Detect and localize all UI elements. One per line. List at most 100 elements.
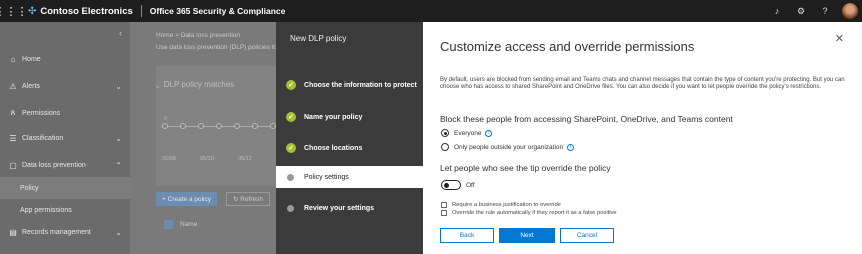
page-title: Customize access and override permission… [440,39,695,54]
refresh-button[interactable]: ↻ Refresh [226,192,271,206]
chart-point [162,123,168,129]
wizard-step-label: Review your settings [304,204,375,212]
back-button[interactable]: Back [440,228,494,243]
people-icon: ጰ [10,108,16,117]
nav-item-permissions[interactable]: ጰ Permissions [0,102,130,124]
chart-point [252,123,258,129]
gear-icon[interactable]: ⚙ [794,6,808,17]
checkmark-icon: ✓ [286,143,296,153]
chart-point [180,123,186,129]
radio-outside-org[interactable]: Only people outside your organization i [441,143,575,151]
wizard-title: New DLP policy [290,34,347,43]
wizard-step-label: Choose locations [304,144,363,152]
refresh-icon: ↻ [233,196,241,203]
radio-label: Only people outside your organization [454,143,564,151]
divider [140,5,142,17]
wizard-content-panel: ✕ Customize access and override permissi… [423,22,862,254]
nav-subitem-policy[interactable]: Policy [0,177,130,199]
wizard-step-review-settings[interactable]: Review your settings [276,197,423,219]
nav-item-label: Permissions [22,109,61,117]
wizard-step-label: Choose the information to protect [304,81,417,89]
toggle-switch[interactable] [441,180,461,190]
checkmark-icon: ✓ [286,80,296,90]
nav-subitem-label: Policy [20,184,39,192]
wizard-step-choose-information[interactable]: ✓ Choose the information to protect [276,74,423,96]
nav-item-home[interactable]: ⌂ Home [0,48,130,70]
column-header-name[interactable]: Name [180,221,197,228]
brand-name[interactable]: Contoso Electronics [40,6,132,17]
nav-item-alerts[interactable]: ⚠ Alerts ⌄ [0,75,130,97]
card-title-text: DLP policy matches [163,80,235,89]
checkbox-box[interactable] [441,210,447,216]
refresh-label: Refresh [240,195,264,203]
nav-subitem-app-permissions[interactable]: App permissions [0,199,130,221]
home-icon: ⌂ [10,54,16,64]
app-title[interactable]: Office 365 Security & Compliance [150,6,286,16]
nav-subitem-label: App permissions [20,206,72,214]
cancel-button[interactable]: Cancel [560,228,614,243]
nav-item-label: Alerts [22,82,40,90]
wizard-step-policy-settings[interactable]: Policy settings [276,166,423,188]
radio-unselected-icon [441,143,449,151]
select-all-checkbox[interactable] [164,220,173,229]
checkbox-box[interactable] [441,202,447,208]
checkbox-label: Override the rule automatically if they … [452,210,617,216]
nav-item-label: Records management [22,228,91,236]
checkbox-override-false-positive[interactable]: Override the rule automatically if they … [441,210,617,216]
app-launcher-icon[interactable]: ⋮⋮⋮ [0,0,28,22]
radio-everyone[interactable]: Everyone i [441,129,493,137]
info-icon[interactable]: i [485,129,493,137]
next-button[interactable]: Next [499,228,555,243]
chevron-down-icon: ⌄ [115,133,122,143]
left-navigation: ‹ ⌂ Home ⚠ Alerts ⌄ ጰ Permissions ☰ Clas… [0,22,130,254]
checkbox-label: Require a business justification to over… [452,202,561,208]
chevron-down-icon: ⌄ [115,227,122,237]
list-icon: ☰ [9,133,17,143]
document-icon: ▢ [9,160,17,170]
help-icon[interactable]: ? [818,6,832,16]
chart-zero-label: 0 [164,116,168,122]
top-right-actions: ♪ ⚙ ? [770,3,862,19]
checkbox-require-justification[interactable]: Require a business justification to over… [441,202,561,208]
create-policy-button[interactable]: + Create a policy [156,192,217,206]
chart-point [216,123,222,129]
chart-point [234,123,240,129]
step-dot-icon [287,204,294,212]
nav-item-data-loss-prevention[interactable]: ▢ Data loss prevention ⌃ [0,154,130,176]
chart-date-label: 05/12 [238,156,252,162]
wizard-step-label: Name your policy [304,113,363,121]
wizard-step-name-policy[interactable]: ✓ Name your policy [276,106,423,128]
step-dot-icon [287,173,294,181]
top-bar: ⋮⋮⋮ ✣ Contoso Electronics Office 365 Sec… [0,0,862,22]
chart-icon: ⌞ [156,80,160,89]
breadcrumb: Home > Data loss prevention [156,32,241,39]
nav-item-label: Classification [22,134,64,142]
block-access-heading: Block these people from accessing ShareP… [440,114,733,124]
chevron-down-icon: ⌄ [115,81,122,91]
collapse-nav-icon[interactable]: ‹ [119,28,122,38]
description-text: By default, users are blocked from sendi… [440,77,845,91]
alert-icon: ⚠ [9,81,17,91]
page-description: Use data loss prevention (DLP) policies … [156,44,278,51]
brand-logo-icon: ✣ [28,5,37,17]
override-toggle[interactable]: Off [441,180,475,190]
chart-point [198,123,204,129]
info-icon[interactable]: i [567,143,575,151]
records-icon: ▤ [9,227,17,237]
close-icon[interactable]: ✕ [835,32,844,45]
background-page: Home > Data loss prevention Use data los… [130,22,278,254]
card-title: ⌞ DLP policy matches [156,80,234,89]
wizard-step-choose-locations[interactable]: ✓ Choose locations [276,137,423,159]
bell-icon[interactable]: ♪ [770,6,784,16]
wizard-steps-panel: New DLP policy ✓ Choose the information … [276,22,423,254]
nav-item-classification[interactable]: ☰ Classification ⌄ [0,127,130,149]
nav-item-label: Data loss prevention [22,161,86,169]
toggle-label: Off [466,181,475,189]
radio-selected-icon [441,129,449,137]
avatar[interactable] [842,3,858,19]
nav-item-label: Home [22,55,41,63]
chart-date-label: 05/08 [162,156,176,162]
nav-item-records-management[interactable]: ▤ Records management ⌄ [0,221,130,243]
override-heading: Let people who see the tip override the … [440,163,611,173]
chart-date-label: 05/10 [200,156,214,162]
